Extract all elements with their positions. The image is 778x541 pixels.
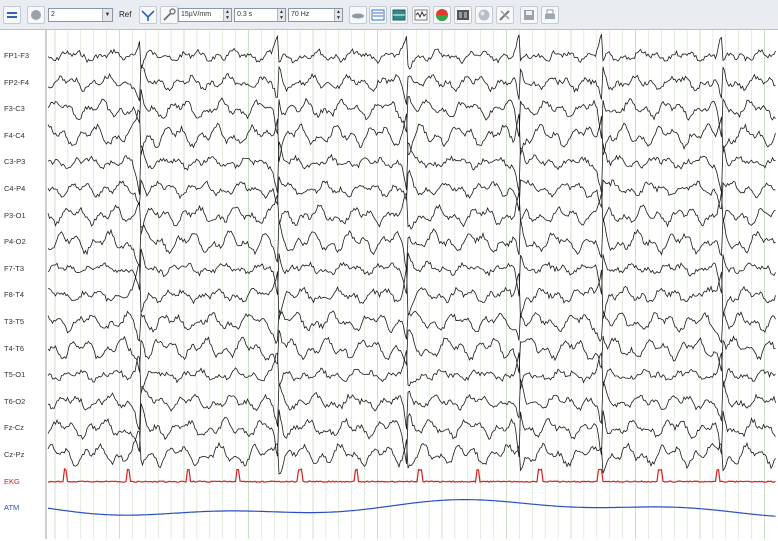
grid (54, 30, 765, 539)
split-view-icon[interactable] (390, 6, 408, 24)
trace-f8-t4 (47, 264, 776, 320)
channel-label: P4-O2 (4, 237, 26, 247)
trace-f4-c4 (47, 109, 776, 162)
record-icon[interactable] (27, 6, 45, 24)
spinner-icon: ▲ ▼ (334, 9, 342, 21)
spectrum-icon[interactable] (454, 6, 472, 24)
trace-fp2-f4 (47, 63, 776, 105)
time-constant-value: 0.3 s (237, 11, 253, 18)
eeg-display[interactable]: FP1-F3 FP2-F4 F3-C3 F4-C4 C3-P3 C4-P4 P3-O1 P4-… (0, 30, 778, 539)
montage-value: 2 (51, 11, 55, 18)
trace-f7-t3 (47, 248, 776, 297)
eeg-traces (45, 30, 776, 539)
filter-select[interactable]: 70 Hz ▲ ▼ (288, 8, 343, 22)
trace-c4-p4 (47, 169, 776, 212)
trace-atm (47, 499, 776, 517)
trace-f3-c3 (47, 89, 776, 139)
channel-label: C4-P4 (4, 184, 26, 193)
channel-label: F4-C4 (4, 130, 25, 140)
chevron-down-icon: ▼ (102, 9, 112, 21)
eye-icon[interactable] (349, 6, 367, 24)
filter-value: 70 Hz (291, 11, 310, 18)
channel-label: T5-O1 (4, 370, 26, 380)
channel-label: F7-T3 (4, 263, 25, 273)
trace-p3-o1 (47, 191, 776, 235)
channel-label: ATM (4, 503, 20, 513)
channel-label: T3-T5 (4, 317, 25, 326)
toolbar: 2 ▼ Ref 15µV/mm ▲ ▼ 0.3 s ▲ ▼ 70 Hz ▲ ▼ (0, 0, 778, 30)
channel-label: T6-O2 (4, 396, 26, 406)
ref-button[interactable]: Ref (119, 10, 131, 19)
time-constant-select[interactable]: 0.3 s ▲ ▼ (234, 8, 286, 22)
trace-cz-pz (47, 430, 776, 475)
trace-ekg (47, 467, 776, 484)
channel-label: Cz-Pz (4, 450, 25, 459)
channel-label: Fz-Cz (4, 423, 24, 433)
channel-label: F3-C3 (4, 104, 25, 114)
channel-label: EKG (4, 476, 20, 486)
channel-label: C3-P3 (4, 157, 26, 167)
spinner-icon: ▲ ▼ (223, 9, 231, 21)
trace-t4-t6 (47, 329, 776, 373)
channel-label: T4-T6 (4, 343, 25, 353)
filter-icon[interactable] (139, 6, 157, 24)
trace-t5-o1 (47, 350, 776, 394)
montage-select[interactable]: 2 ▼ (48, 8, 113, 22)
print-icon[interactable] (541, 6, 559, 24)
trace-t3-t5 (47, 309, 776, 345)
trace-view-icon[interactable] (412, 6, 430, 24)
save-icon[interactable] (520, 6, 538, 24)
spinner-icon: ▲ ▼ (277, 9, 285, 21)
electrode-icon[interactable] (160, 6, 178, 24)
trace-fz-cz (47, 403, 776, 464)
sensitivity-select[interactable]: 15µV/mm ▲ ▼ (178, 8, 232, 22)
tools-icon[interactable] (496, 6, 514, 24)
menu-icon[interactable] (3, 6, 21, 24)
channel-label: FP2-F4 (4, 77, 30, 87)
page-view-icon[interactable] (369, 6, 387, 24)
channel-label: F8-T4 (4, 290, 25, 300)
trace-fp1-f3 (47, 33, 776, 70)
trace-c3-p3 (47, 141, 776, 195)
channel-label: P3-O1 (4, 210, 26, 220)
channel-label: FP1-F3 (4, 51, 30, 60)
sphere-icon[interactable] (475, 6, 493, 24)
sensitivity-value: 15µV/mm (181, 11, 212, 18)
map-icon[interactable] (433, 6, 451, 24)
